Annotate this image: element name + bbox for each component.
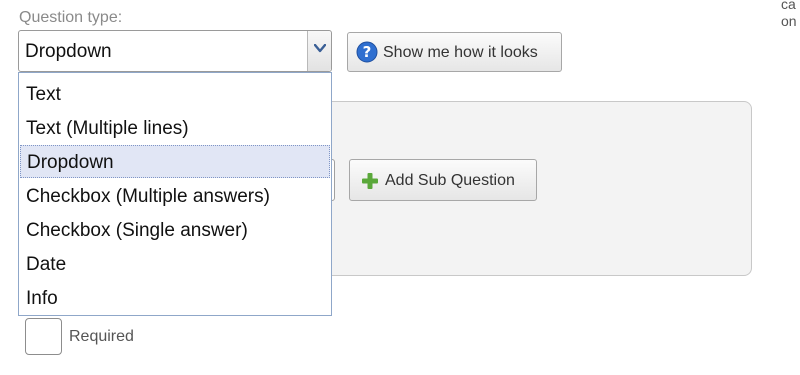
select-arrow-button[interactable] <box>307 31 331 71</box>
dropdown-option-checkbox-multiple[interactable]: Checkbox (Multiple answers) <box>20 180 330 213</box>
dropdown-option-text-multiple-lines[interactable]: Text (Multiple lines) <box>20 112 330 145</box>
question-type-select[interactable]: Dropdown <box>18 30 332 72</box>
dropdown-option-text[interactable]: Text <box>20 78 330 111</box>
dropdown-option-checkbox-single[interactable]: Checkbox (Single answer) <box>20 214 330 247</box>
plus-icon <box>362 173 378 189</box>
show-me-how-it-looks-button[interactable]: ? Show me how it looks <box>347 32 562 72</box>
required-checkbox[interactable] <box>25 318 62 355</box>
dropdown-option-dropdown[interactable]: Dropdown <box>20 145 330 178</box>
question-type-label: Question type: <box>19 9 123 26</box>
add-sub-question-label: Add Sub Question <box>385 172 515 189</box>
question-mark-icon: ? <box>356 41 378 63</box>
chevron-down-icon <box>314 44 326 53</box>
question-type-select-value: Dropdown <box>25 41 112 62</box>
corner-clipped-text: ca on <box>781 0 797 29</box>
dropdown-option-info[interactable]: Info <box>20 282 330 315</box>
dropdown-option-date[interactable]: Date <box>20 248 330 281</box>
required-label: Required <box>69 328 134 345</box>
svg-text:?: ? <box>363 43 372 61</box>
show-button-label: Show me how it looks <box>383 44 538 61</box>
question-type-dropdown-list: Text Text (Multiple lines) Dropdown Chec… <box>18 72 332 316</box>
add-sub-question-button[interactable]: Add Sub Question <box>349 159 537 201</box>
